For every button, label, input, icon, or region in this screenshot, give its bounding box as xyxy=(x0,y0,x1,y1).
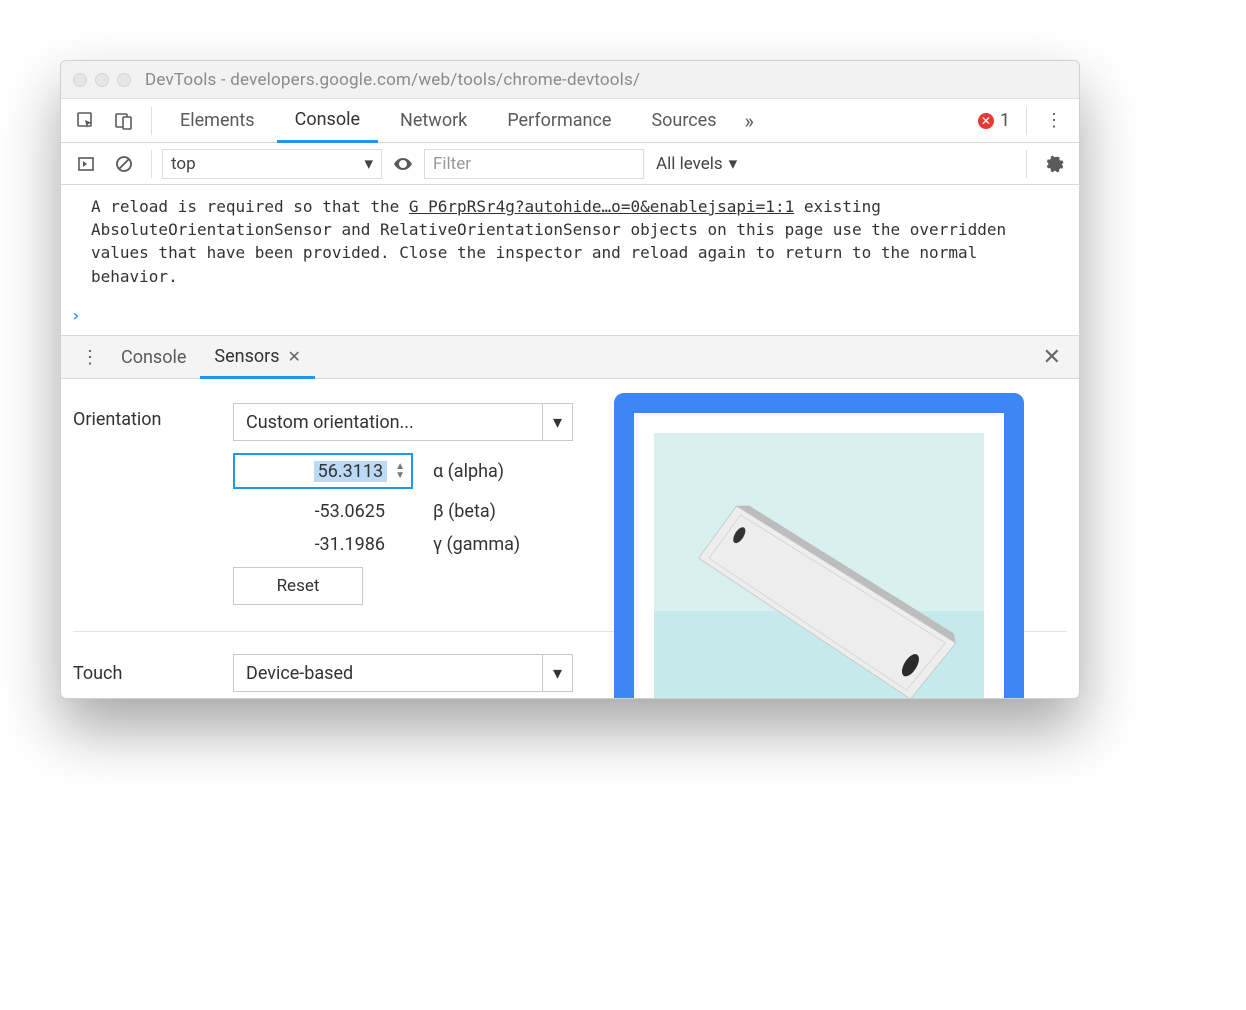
main-tab-strip: Elements Console Network Performance Sou… xyxy=(61,99,1079,143)
drawer-menu-icon[interactable]: ⋮ xyxy=(71,347,107,368)
traffic-lights xyxy=(73,73,131,87)
live-expression-eye-icon[interactable] xyxy=(386,148,420,180)
drawer-tab-strip: ⋮ Console Sensors ✕ ✕ xyxy=(61,335,1079,379)
tab-sources[interactable]: Sources xyxy=(633,99,734,142)
console-message-text: A reload is required so that the xyxy=(91,197,409,216)
touch-select[interactable]: Device-based ▾ xyxy=(233,654,573,692)
console-toolbar: top ▾ Filter All levels ▾ xyxy=(61,143,1079,185)
close-tab-icon[interactable]: ✕ xyxy=(288,347,301,366)
error-icon: ✕ xyxy=(978,113,994,129)
drawer-tab-sensors[interactable]: Sensors ✕ xyxy=(200,337,315,379)
console-output: A reload is required so that the G P6rpR… xyxy=(61,185,1079,335)
chevron-down-icon: ▾ xyxy=(729,154,738,174)
more-options-icon[interactable]: ⋮ xyxy=(1037,105,1071,137)
console-message-link[interactable]: G P6rpRSr4g?autohide…o=0&enablejsapi=1:1 xyxy=(409,197,794,216)
device-toolbar-icon[interactable] xyxy=(107,105,141,137)
filter-input[interactable]: Filter xyxy=(424,149,644,179)
gamma-input[interactable]: -31.1986 xyxy=(233,534,413,555)
drawer-close-icon[interactable]: ✕ xyxy=(1035,345,1069,370)
console-settings-gear-icon[interactable] xyxy=(1037,148,1071,180)
chevron-down-icon: ▾ xyxy=(542,655,572,691)
separator xyxy=(1026,107,1027,135)
tab-console[interactable]: Console xyxy=(277,100,378,143)
error-count[interactable]: ✕ 1 xyxy=(972,110,1016,131)
zoom-window-button[interactable] xyxy=(117,73,131,87)
window-title: DevTools - developers.google.com/web/too… xyxy=(145,70,640,90)
orientation-preview-scene[interactable] xyxy=(654,433,984,699)
minimize-window-button[interactable] xyxy=(95,73,109,87)
alpha-label: α (alpha) xyxy=(433,461,504,482)
execution-context-icon[interactable] xyxy=(69,148,103,180)
titlebar: DevTools - developers.google.com/web/too… xyxy=(61,61,1079,99)
orientation-select[interactable]: Custom orientation... ▾ xyxy=(233,403,573,441)
chevron-down-icon: ▾ xyxy=(364,154,373,174)
separator xyxy=(151,150,152,178)
separator xyxy=(1026,150,1027,178)
clear-console-icon[interactable] xyxy=(107,148,141,180)
console-prompt[interactable]: › xyxy=(71,304,81,327)
orientation-label: Orientation xyxy=(73,403,203,430)
gamma-label: γ (gamma) xyxy=(433,534,520,555)
devtools-window: DevTools - developers.google.com/web/too… xyxy=(60,60,1080,699)
close-window-button[interactable] xyxy=(73,73,87,87)
orientation-preview-highlight xyxy=(614,393,1024,699)
tab-performance[interactable]: Performance xyxy=(489,99,629,142)
beta-input[interactable]: -53.0625 xyxy=(233,501,413,522)
chevron-down-icon: ▾ xyxy=(542,404,572,440)
device-3d-model[interactable] xyxy=(654,433,984,699)
reset-button[interactable]: Reset xyxy=(233,567,363,605)
inspect-element-icon[interactable] xyxy=(69,105,103,137)
drawer-tab-console[interactable]: Console xyxy=(107,336,200,378)
alpha-value: 56.3113 xyxy=(314,461,387,482)
touch-label: Touch xyxy=(73,663,203,684)
tab-elements[interactable]: Elements xyxy=(162,99,273,142)
tab-network[interactable]: Network xyxy=(382,99,485,142)
separator xyxy=(151,107,152,135)
tabs-overflow-icon[interactable]: » xyxy=(739,109,760,133)
sensors-panel: Orientation Custom orientation... ▾ 56.3… xyxy=(61,379,1079,640)
stepper-icon[interactable]: ▲▼ xyxy=(395,463,405,480)
levels-select[interactable]: All levels ▾ xyxy=(648,154,745,174)
beta-label: β (beta) xyxy=(433,501,496,522)
alpha-input[interactable]: 56.3113 ▲▼ xyxy=(233,453,413,489)
context-select[interactable]: top ▾ xyxy=(162,149,382,179)
